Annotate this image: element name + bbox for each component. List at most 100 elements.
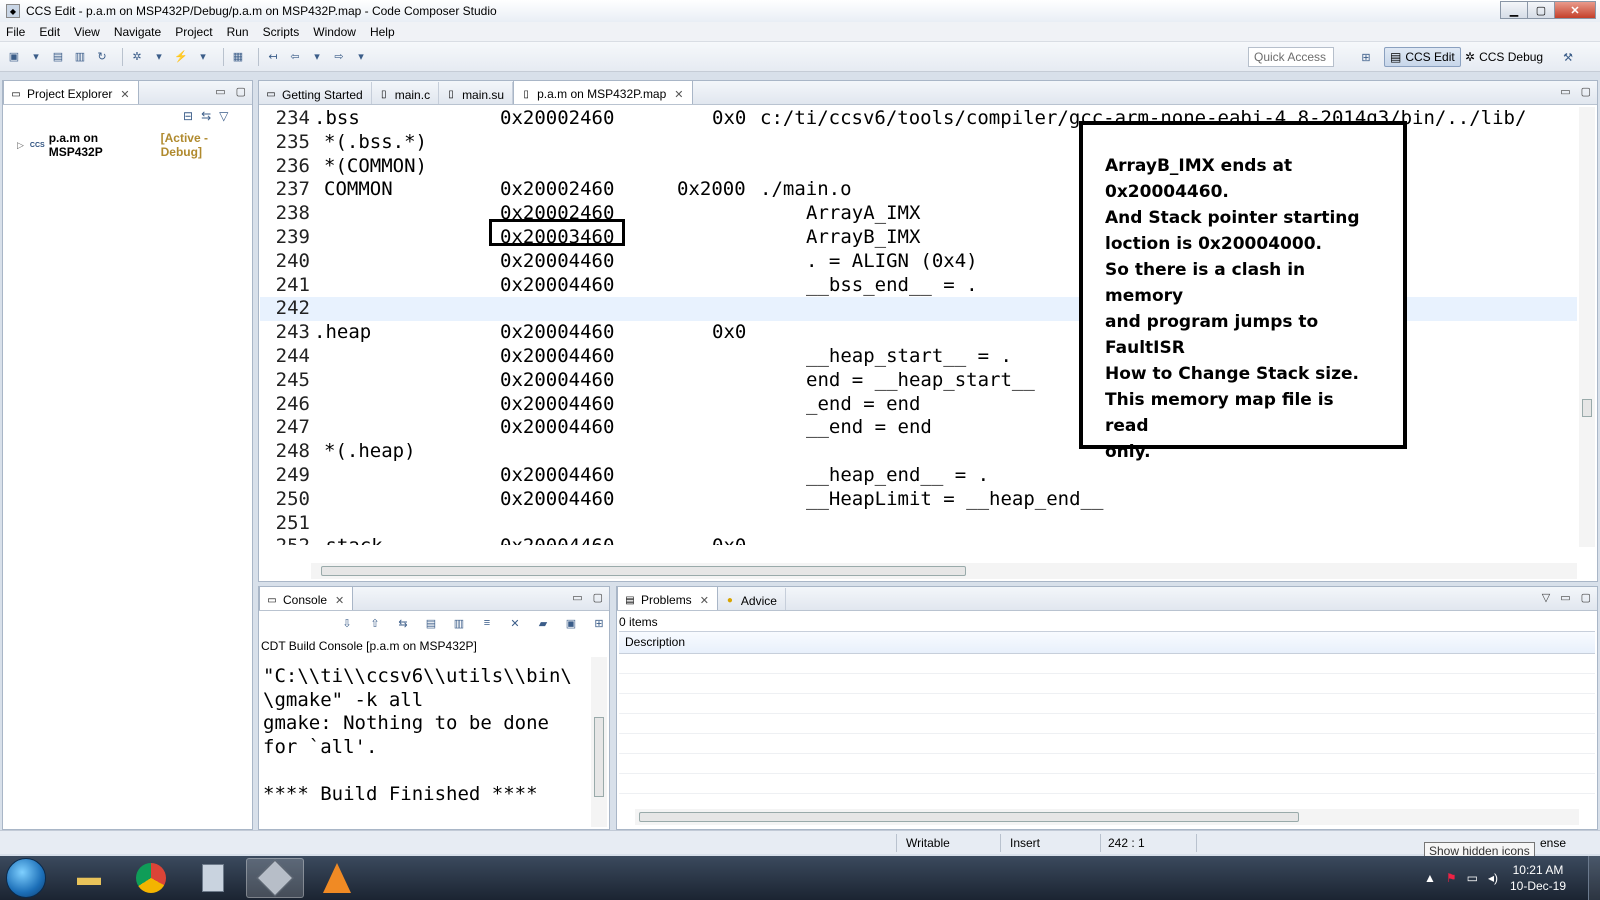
- save-icon[interactable]: ▤: [50, 49, 66, 65]
- clock-date: 10-Dec-19: [1509, 879, 1566, 893]
- minimize-icon[interactable]: ▭: [1560, 591, 1570, 604]
- pin-icon[interactable]: ▰: [535, 615, 551, 631]
- taskbar-code-composer[interactable]: [246, 858, 304, 898]
- code-line[interactable]: 249 0x20004460 __heap_end__ = .: [260, 464, 1577, 488]
- close-icon[interactable]: ✕: [674, 88, 683, 101]
- clear-console-icon[interactable]: ▤: [423, 615, 439, 631]
- maximize-icon[interactable]: ▢: [1581, 591, 1591, 604]
- menu-scripts[interactable]: Scripts: [263, 25, 300, 39]
- scroll-up-icon[interactable]: ⇧: [367, 615, 383, 631]
- code-b: 0x20004460: [500, 535, 614, 545]
- menu-navigate[interactable]: Navigate: [114, 25, 161, 39]
- link-editor-icon[interactable]: ⇆: [201, 109, 211, 123]
- taskbar-chrome[interactable]: [122, 858, 180, 898]
- tab-main-su[interactable]: ▯ main.su: [439, 82, 514, 104]
- open-perspective-icon[interactable]: ⊞: [1358, 49, 1374, 65]
- network-icon[interactable]: ▭: [1467, 871, 1478, 885]
- tab-main-c[interactable]: ▯ main.c: [372, 82, 440, 104]
- scroll-thumb[interactable]: [321, 566, 966, 576]
- menu-run[interactable]: Run: [227, 25, 249, 39]
- project-tree-item[interactable]: ▷ CCS p.a.m on MSP432P [Active - Debug]: [17, 131, 252, 159]
- dropdown-icon[interactable]: ▾: [28, 49, 44, 65]
- close-icon[interactable]: ✕: [700, 594, 709, 607]
- dropdown-icon[interactable]: ▾: [195, 49, 211, 65]
- menu-help[interactable]: Help: [370, 25, 395, 39]
- forward-icon[interactable]: ⇨: [331, 49, 347, 65]
- editor-vertical-scrollbar[interactable]: [1579, 107, 1595, 547]
- minimize-icon[interactable]: ▭: [1560, 85, 1570, 98]
- minimize-icon[interactable]: ▭: [572, 591, 582, 604]
- last-edit-icon[interactable]: ↤: [265, 49, 281, 65]
- clock[interactable]: 10:21 AM 10-Dec-19: [1510, 862, 1566, 894]
- dropdown-icon[interactable]: ▾: [151, 49, 167, 65]
- scroll-thumb[interactable]: [1582, 399, 1592, 417]
- table-row: [619, 714, 1595, 734]
- perspective-ccs-edit[interactable]: ▤ CCS Edit: [1384, 47, 1461, 67]
- editor-horizontal-scrollbar[interactable]: [311, 563, 1577, 579]
- menu-edit[interactable]: Edit: [39, 25, 60, 39]
- save-all-icon[interactable]: ▥: [72, 49, 88, 65]
- wrap-icon[interactable]: ≡: [479, 615, 495, 631]
- tab-getting-started[interactable]: ▭ Getting Started: [259, 82, 372, 104]
- display-console-icon[interactable]: ▣: [563, 615, 579, 631]
- volume-icon[interactable]: ◂): [1488, 871, 1498, 885]
- start-button[interactable]: [6, 858, 46, 898]
- menu-window[interactable]: Window: [313, 25, 356, 39]
- minimize-icon[interactable]: ▭: [215, 85, 225, 98]
- maximize-icon[interactable]: ▢: [1581, 85, 1591, 98]
- perspective-ccs-debug[interactable]: ✲ CCS Debug: [1460, 47, 1548, 67]
- code-d: __end = end: [806, 416, 932, 439]
- quick-access-input[interactable]: Quick Access: [1248, 47, 1334, 67]
- remove-icon[interactable]: ✕: [507, 615, 523, 631]
- tab-project-explorer[interactable]: ▭ Project Explorer ✕: [3, 80, 139, 104]
- tab-advice[interactable]: ● Advice: [718, 588, 786, 610]
- menu-view[interactable]: View: [74, 25, 100, 39]
- tab-problems[interactable]: ▤ Problems ✕: [617, 586, 718, 610]
- taskbar-vlc[interactable]: [308, 858, 366, 898]
- code-b: 0x20004460: [500, 321, 615, 344]
- taskbar-explorer[interactable]: ▬: [60, 858, 118, 898]
- code-b: 0x20004460: [500, 416, 615, 439]
- scroll-lock-icon[interactable]: ⇆: [395, 615, 411, 631]
- tab-console[interactable]: ▭ Console ✕: [259, 586, 354, 610]
- close-icon[interactable]: ✕: [335, 594, 344, 607]
- scroll-thumb[interactable]: [639, 812, 1299, 822]
- maximize-button[interactable]: ▢: [1527, 1, 1555, 19]
- new-console-icon[interactable]: ⊞: [591, 615, 607, 631]
- code-line[interactable]: 250 0x20004460 __HeapLimit = __heap_end__: [260, 488, 1577, 512]
- flash-icon[interactable]: ⚡: [173, 49, 189, 65]
- view-menu-icon[interactable]: ▽: [1542, 591, 1550, 604]
- problems-horizontal-scrollbar[interactable]: [635, 809, 1579, 825]
- view-menu-icon[interactable]: ▽: [219, 109, 228, 123]
- tab-map-file[interactable]: ▯ p.a.m on MSP432P.map ✕: [513, 80, 693, 104]
- code-line[interactable]: 252 .stack 0x20004460 0x0: [260, 535, 1577, 545]
- console-vertical-scrollbar[interactable]: [591, 657, 607, 827]
- back-icon[interactable]: ⇦: [287, 49, 303, 65]
- maximize-icon[interactable]: ▢: [593, 591, 603, 604]
- column-header-description[interactable]: Description: [619, 632, 1595, 654]
- menu-project[interactable]: Project: [175, 25, 212, 39]
- tools-icon[interactable]: ⚒: [1560, 49, 1576, 65]
- maximize-icon[interactable]: ▢: [236, 85, 246, 98]
- taskbar-calculator[interactable]: [184, 858, 242, 898]
- expand-arrow-icon[interactable]: ▷: [17, 140, 24, 151]
- dropdown-icon[interactable]: ▾: [309, 49, 325, 65]
- refresh-icon[interactable]: ↻: [94, 49, 110, 65]
- close-icon[interactable]: ✕: [120, 88, 129, 101]
- debug-icon[interactable]: ✲: [129, 49, 145, 65]
- show-desktop-button[interactable]: [1588, 856, 1600, 900]
- scroll-thumb[interactable]: [594, 717, 604, 797]
- new-icon[interactable]: ▣: [6, 49, 22, 65]
- collapse-all-icon[interactable]: ⊟: [183, 109, 193, 123]
- tab-console-label: Console: [283, 593, 328, 607]
- copy-icon[interactable]: ▥: [451, 615, 467, 631]
- scroll-down-icon[interactable]: ⇩: [339, 615, 355, 631]
- menu-file[interactable]: File: [6, 25, 25, 39]
- view-icon[interactable]: ▦: [230, 49, 246, 65]
- dropdown-icon[interactable]: ▾: [353, 49, 369, 65]
- tray-expand-icon[interactable]: ▲: [1424, 871, 1436, 885]
- code-line[interactable]: 251: [260, 512, 1577, 536]
- minimize-button[interactable]: ▁: [1500, 1, 1528, 19]
- flag-icon[interactable]: ⚑: [1446, 871, 1457, 885]
- close-button[interactable]: ✕: [1554, 1, 1596, 19]
